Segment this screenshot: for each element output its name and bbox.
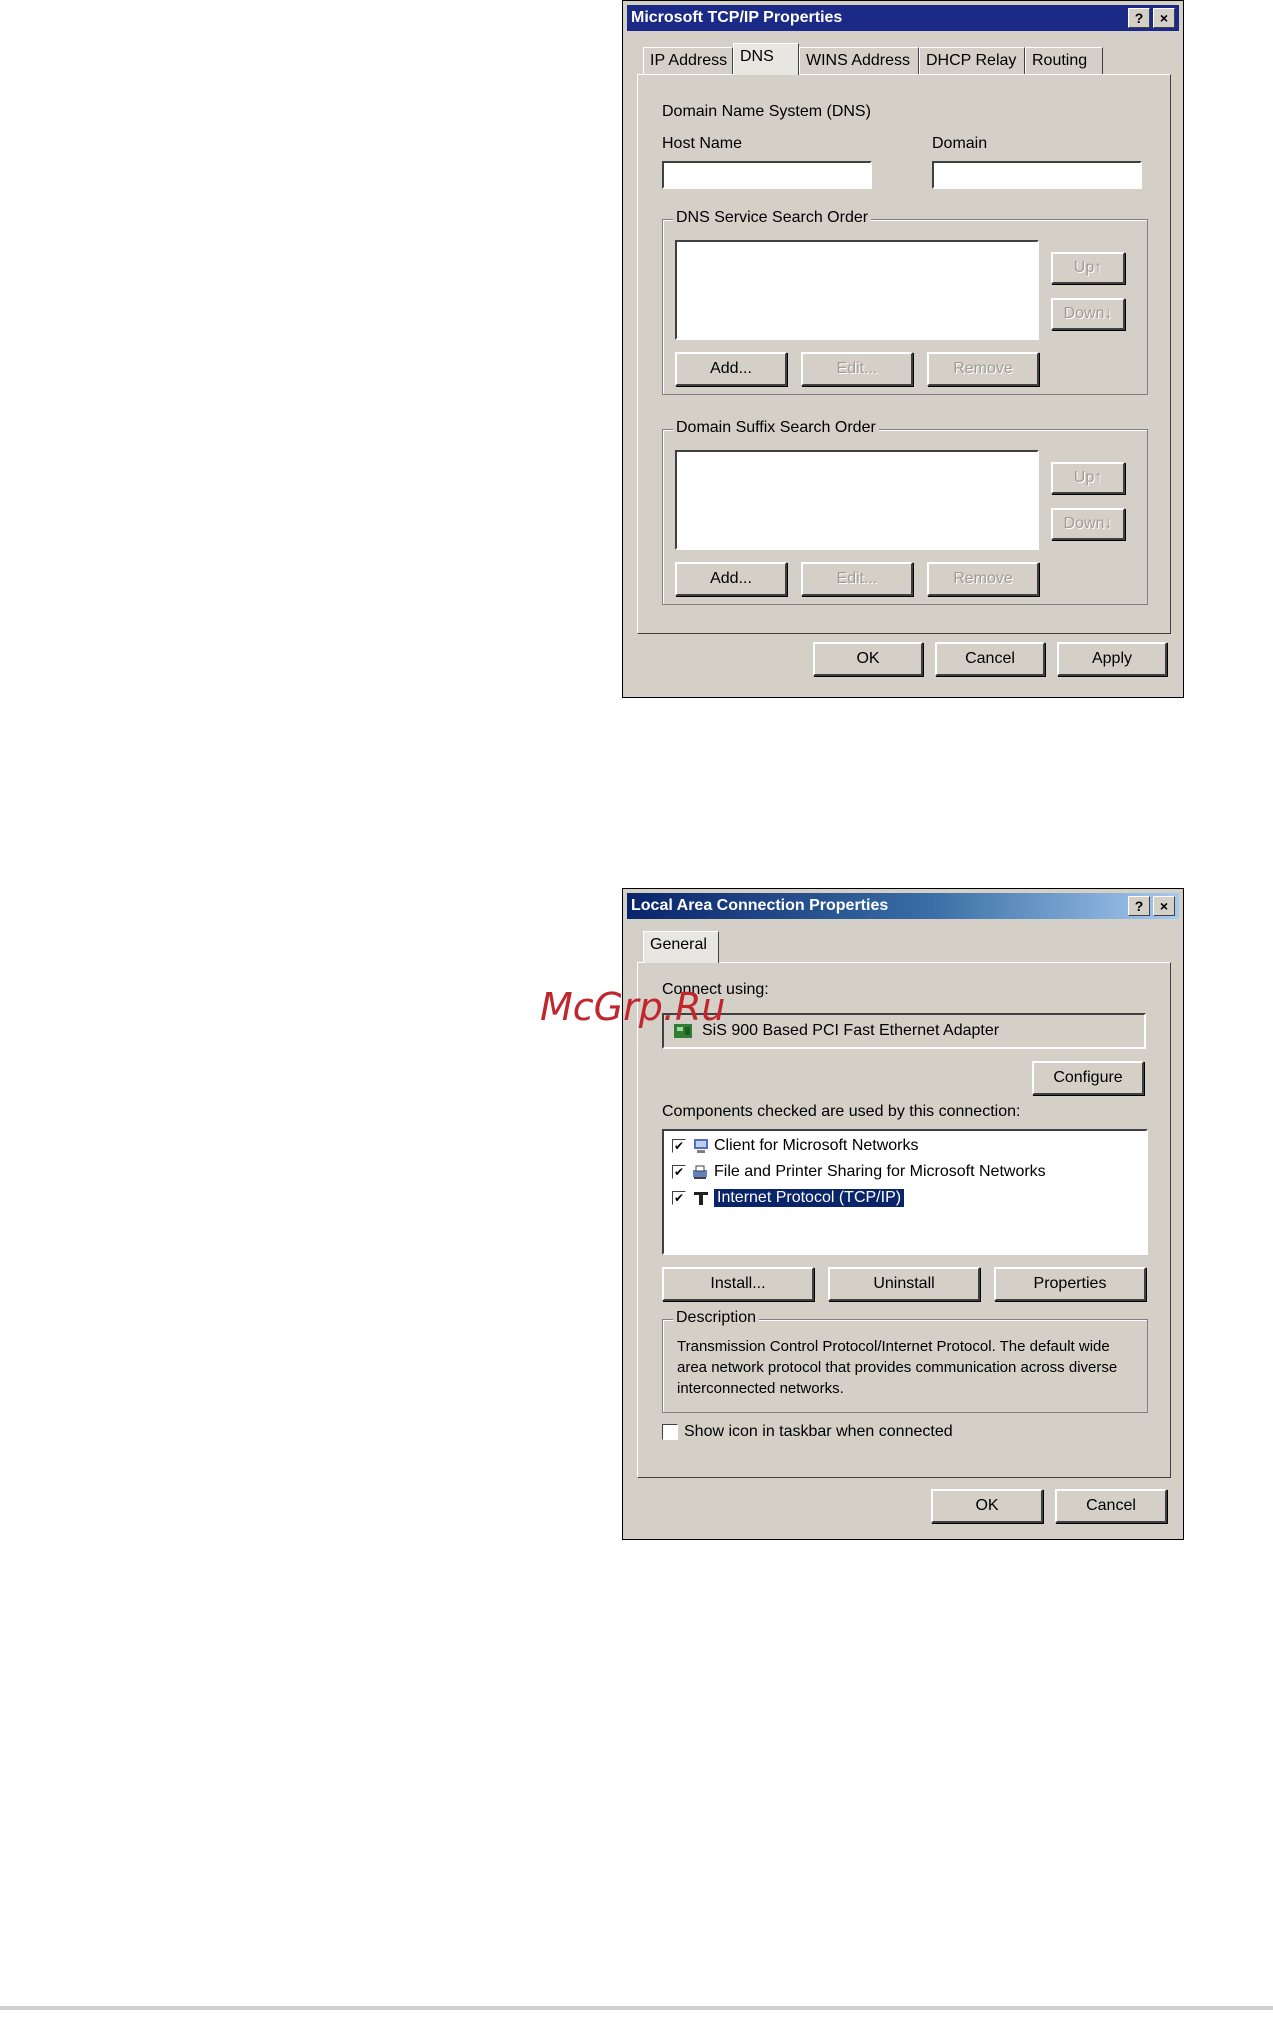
- dns-edit-button[interactable]: Edit...: [801, 352, 913, 386]
- dns-search-order-list[interactable]: [675, 240, 1039, 340]
- dns-search-order-legend: DNS Service Search Order: [673, 209, 872, 227]
- adapter-field: SiS 900 Based PCI Fast Ethernet Adapter: [662, 1013, 1146, 1049]
- suffix-search-order-list[interactable]: [675, 450, 1039, 550]
- suffix-down-button[interactable]: Down↓: [1051, 508, 1125, 540]
- host-name-input[interactable]: [662, 161, 872, 189]
- help-button[interactable]: ?: [1128, 896, 1150, 916]
- suffix-search-order-group: Domain Suffix Search Order Up↑ Down↓ Add…: [662, 419, 1148, 605]
- description-group: Description Transmission Control Protoco…: [662, 1309, 1148, 1413]
- tcpip-ok-button[interactable]: OK: [813, 642, 923, 676]
- dns-down-button[interactable]: Down↓: [1051, 298, 1125, 330]
- tab-wins-address[interactable]: WINS Address: [799, 47, 919, 75]
- dns-tab-panel: Domain Name System (DNS) Host Name Domai…: [637, 74, 1171, 634]
- client-network-icon: [694, 1139, 708, 1153]
- dns-add-button[interactable]: Add...: [675, 352, 787, 386]
- dns-remove-button[interactable]: Remove: [927, 352, 1039, 386]
- tab-dhcp-relay[interactable]: DHCP Relay: [919, 47, 1025, 75]
- list-item[interactable]: ✔ File and Printer Sharing for Microsoft…: [672, 1161, 1046, 1183]
- watermark-text: McGrp.Ru: [540, 985, 726, 1029]
- component-checkbox[interactable]: ✔: [672, 1139, 686, 1153]
- list-item[interactable]: ✔ Client for Microsoft Networks: [672, 1135, 919, 1157]
- dns-up-button[interactable]: Up↑: [1051, 252, 1125, 284]
- tab-dns[interactable]: DNS: [733, 43, 799, 75]
- install-button[interactable]: Install...: [662, 1267, 814, 1301]
- protocol-icon: [694, 1192, 708, 1205]
- components-list[interactable]: ✔ Client for Microsoft Networks ✔ File a…: [662, 1129, 1148, 1255]
- tcpip-apply-button[interactable]: Apply: [1057, 642, 1167, 676]
- description-text: Transmission Control Protocol/Internet P…: [677, 1338, 1118, 1397]
- uninstall-button[interactable]: Uninstall: [828, 1267, 980, 1301]
- component-checkbox[interactable]: ✔: [672, 1191, 686, 1205]
- component-checkbox[interactable]: ✔: [672, 1165, 686, 1179]
- tcpip-cancel-button[interactable]: Cancel: [935, 642, 1045, 676]
- suffix-search-order-legend: Domain Suffix Search Order: [673, 419, 879, 437]
- footer-divider: [0, 2006, 1273, 2010]
- configure-button[interactable]: Configure: [1032, 1061, 1144, 1095]
- lan-titlebar[interactable]: Local Area Connection Properties ? ×: [627, 893, 1179, 919]
- domain-label: Domain: [932, 135, 988, 152]
- tab-routing[interactable]: Routing: [1025, 47, 1103, 75]
- tab-ip-address[interactable]: IP Address: [643, 47, 733, 75]
- lan-ok-button[interactable]: OK: [931, 1489, 1043, 1523]
- adapter-name: SiS 900 Based PCI Fast Ethernet Adapter: [702, 1022, 1000, 1039]
- component-label-selected: Internet Protocol (TCP/IP): [714, 1189, 905, 1207]
- general-tab-panel: Connect using: SiS 900 Based PCI Fast Et…: [637, 962, 1171, 1478]
- description-legend: Description: [673, 1309, 760, 1327]
- lan-cancel-button[interactable]: Cancel: [1055, 1489, 1167, 1523]
- properties-button[interactable]: Properties: [994, 1267, 1146, 1301]
- help-button[interactable]: ?: [1128, 8, 1150, 28]
- tcpip-titlebar[interactable]: Microsoft TCP/IP Properties ? ×: [627, 5, 1179, 31]
- suffix-add-button[interactable]: Add...: [675, 562, 787, 596]
- file-printer-sharing-icon: [693, 1165, 707, 1179]
- list-item[interactable]: ✔ Internet Protocol (TCP/IP): [672, 1187, 905, 1209]
- host-name-label: Host Name: [662, 135, 743, 152]
- lan-title: Local Area Connection Properties: [631, 897, 889, 914]
- component-label: File and Printer Sharing for Microsoft N…: [714, 1163, 1046, 1180]
- close-button[interactable]: ×: [1153, 8, 1175, 28]
- dns-section-label: Domain Name System (DNS): [662, 103, 871, 120]
- suffix-remove-button[interactable]: Remove: [927, 562, 1039, 596]
- show-icon-checkbox[interactable]: [662, 1424, 678, 1440]
- suffix-edit-button[interactable]: Edit...: [801, 562, 913, 596]
- dns-search-order-group: DNS Service Search Order Up↑ Down↓ Add..…: [662, 209, 1148, 395]
- show-icon-label: Show icon in taskbar when connected: [684, 1423, 953, 1440]
- domain-input[interactable]: [932, 161, 1142, 189]
- tcpip-properties-dialog: Microsoft TCP/IP Properties ? × IP Addre…: [622, 0, 1184, 698]
- close-button[interactable]: ×: [1153, 896, 1175, 916]
- component-label: Client for Microsoft Networks: [714, 1137, 919, 1154]
- show-icon-row[interactable]: Show icon in taskbar when connected: [662, 1423, 953, 1441]
- suffix-up-button[interactable]: Up↑: [1051, 462, 1125, 494]
- tcpip-title: Microsoft TCP/IP Properties: [631, 9, 843, 26]
- components-label: Components checked are used by this conn…: [662, 1103, 1021, 1120]
- tab-general[interactable]: General: [643, 931, 719, 963]
